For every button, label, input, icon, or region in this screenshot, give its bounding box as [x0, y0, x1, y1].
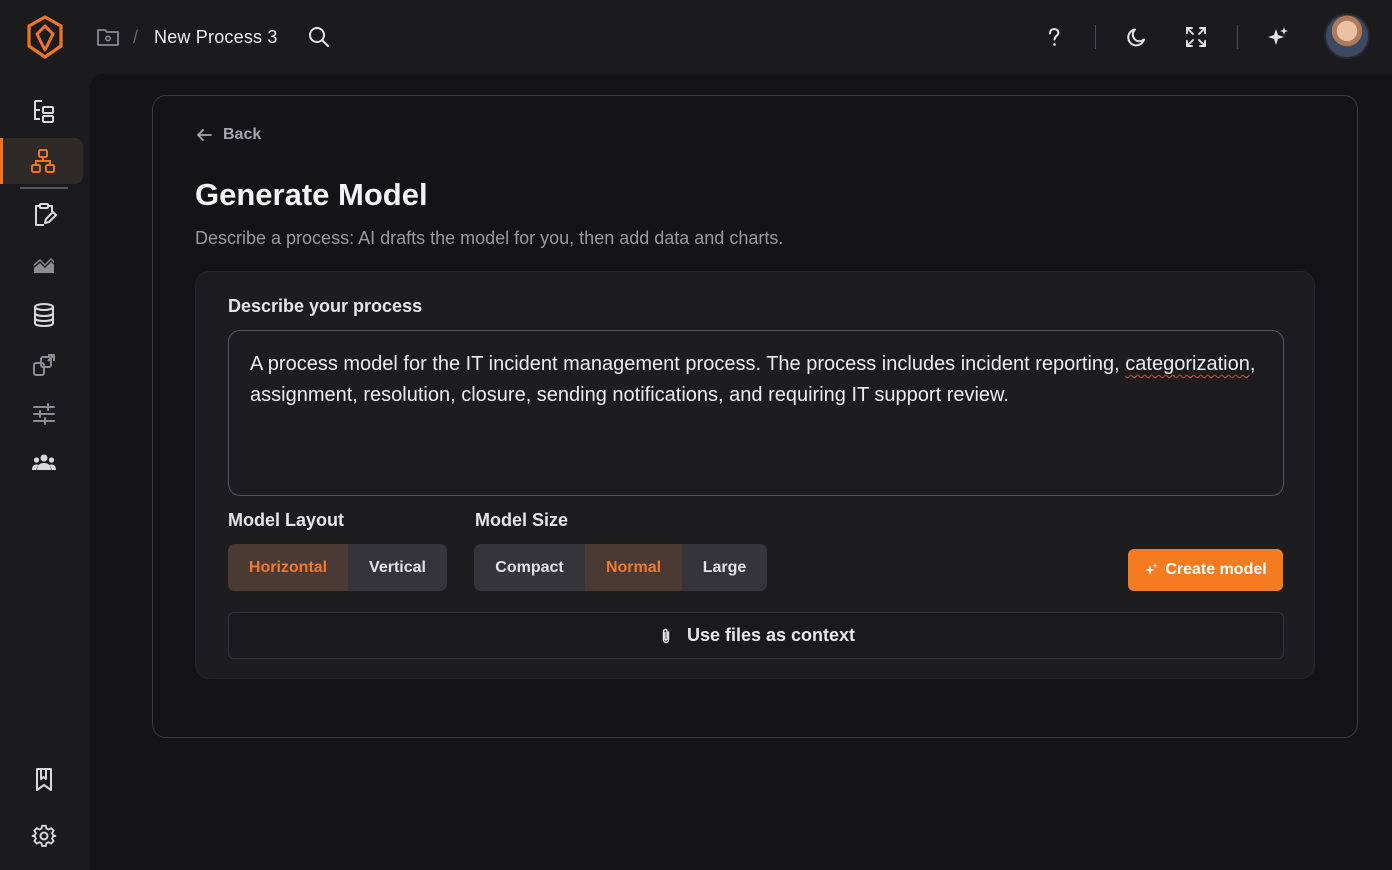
generate-model-card: Back Generate Model Describe a process: … — [152, 95, 1358, 738]
arrow-left-icon — [197, 129, 212, 141]
sidebar-item-tasks[interactable] — [0, 192, 88, 238]
top-bar: / New Process 3 — [0, 0, 1392, 74]
process-title[interactable]: New Process 3 — [154, 27, 278, 48]
moon-icon[interactable] — [1125, 25, 1149, 49]
sidebar-item-data[interactable] — [0, 292, 88, 338]
paperclip-icon — [662, 628, 670, 643]
users-icon — [32, 454, 56, 470]
fullscreen-icon[interactable] — [1184, 25, 1208, 49]
sidebar-item-process-model[interactable] — [0, 138, 83, 184]
database-icon — [34, 303, 54, 328]
breadcrumb-separator: / — [133, 27, 139, 47]
gear-icon — [31, 824, 57, 847]
export-icon — [33, 354, 55, 376]
page-subtitle: Describe a process: AI drafts the model … — [195, 228, 784, 248]
page-title: Generate Model — [195, 177, 428, 212]
back-button[interactable]: Back — [195, 126, 261, 144]
bookmark-icon — [36, 768, 52, 791]
sidebar-item-users[interactable] — [0, 440, 88, 486]
model-layout-toggle: Horizontal Vertical — [228, 544, 447, 591]
sparkle-icon — [1145, 563, 1158, 575]
sliders-icon — [33, 403, 55, 425]
folder-icon[interactable] — [96, 26, 120, 48]
model-size-label: Model Size — [475, 510, 569, 530]
search-icon[interactable] — [308, 26, 330, 48]
sidebar-item-bookmarks[interactable] — [0, 756, 88, 802]
size-option-large[interactable]: Large — [682, 544, 767, 591]
avatar[interactable] — [1324, 13, 1370, 59]
chart-area-icon — [33, 258, 55, 273]
description-misspelled-word: categorization — [1125, 353, 1250, 375]
sidebar-item-tree[interactable] — [0, 88, 88, 134]
help-icon[interactable] — [1042, 25, 1066, 49]
tree-icon — [34, 100, 54, 123]
describe-panel: Describe your process A process model fo… — [195, 271, 1315, 679]
sidebar-item-settings-sliders[interactable] — [0, 391, 88, 437]
model-size-toggle: Compact Normal Large — [474, 544, 767, 591]
create-model-label: Create model — [1165, 561, 1267, 578]
header-divider-2 — [1237, 25, 1238, 49]
layout-option-horizontal[interactable]: Horizontal — [228, 544, 348, 591]
size-option-normal[interactable]: Normal — [585, 544, 682, 591]
size-option-compact[interactable]: Compact — [474, 544, 585, 591]
sparkle-icon[interactable] — [1266, 25, 1290, 49]
use-files-button[interactable]: Use files as context — [228, 612, 1284, 659]
sidebar-item-analytics[interactable] — [0, 242, 88, 288]
process-description-input[interactable]: A process model for the IT incident mana… — [228, 330, 1284, 496]
describe-label: Describe your process — [228, 296, 423, 316]
create-model-button[interactable]: Create model — [1128, 549, 1283, 591]
sidebar — [0, 74, 90, 870]
sidebar-divider — [20, 187, 68, 189]
use-files-label: Use files as context — [686, 625, 856, 645]
process-model-icon — [31, 149, 55, 173]
model-layout-label: Model Layout — [228, 510, 344, 530]
header-divider — [1095, 25, 1096, 49]
layout-option-vertical[interactable]: Vertical — [348, 544, 447, 591]
clipboard-edit-icon — [35, 203, 57, 226]
description-text-start: A process model for the IT incident mana… — [250, 353, 1126, 375]
logo-icon[interactable] — [24, 14, 66, 60]
back-label: Back — [223, 126, 262, 143]
sidebar-item-settings[interactable] — [0, 813, 88, 859]
main-content: Back Generate Model Describe a process: … — [90, 74, 1392, 870]
sidebar-item-export[interactable] — [0, 342, 88, 388]
